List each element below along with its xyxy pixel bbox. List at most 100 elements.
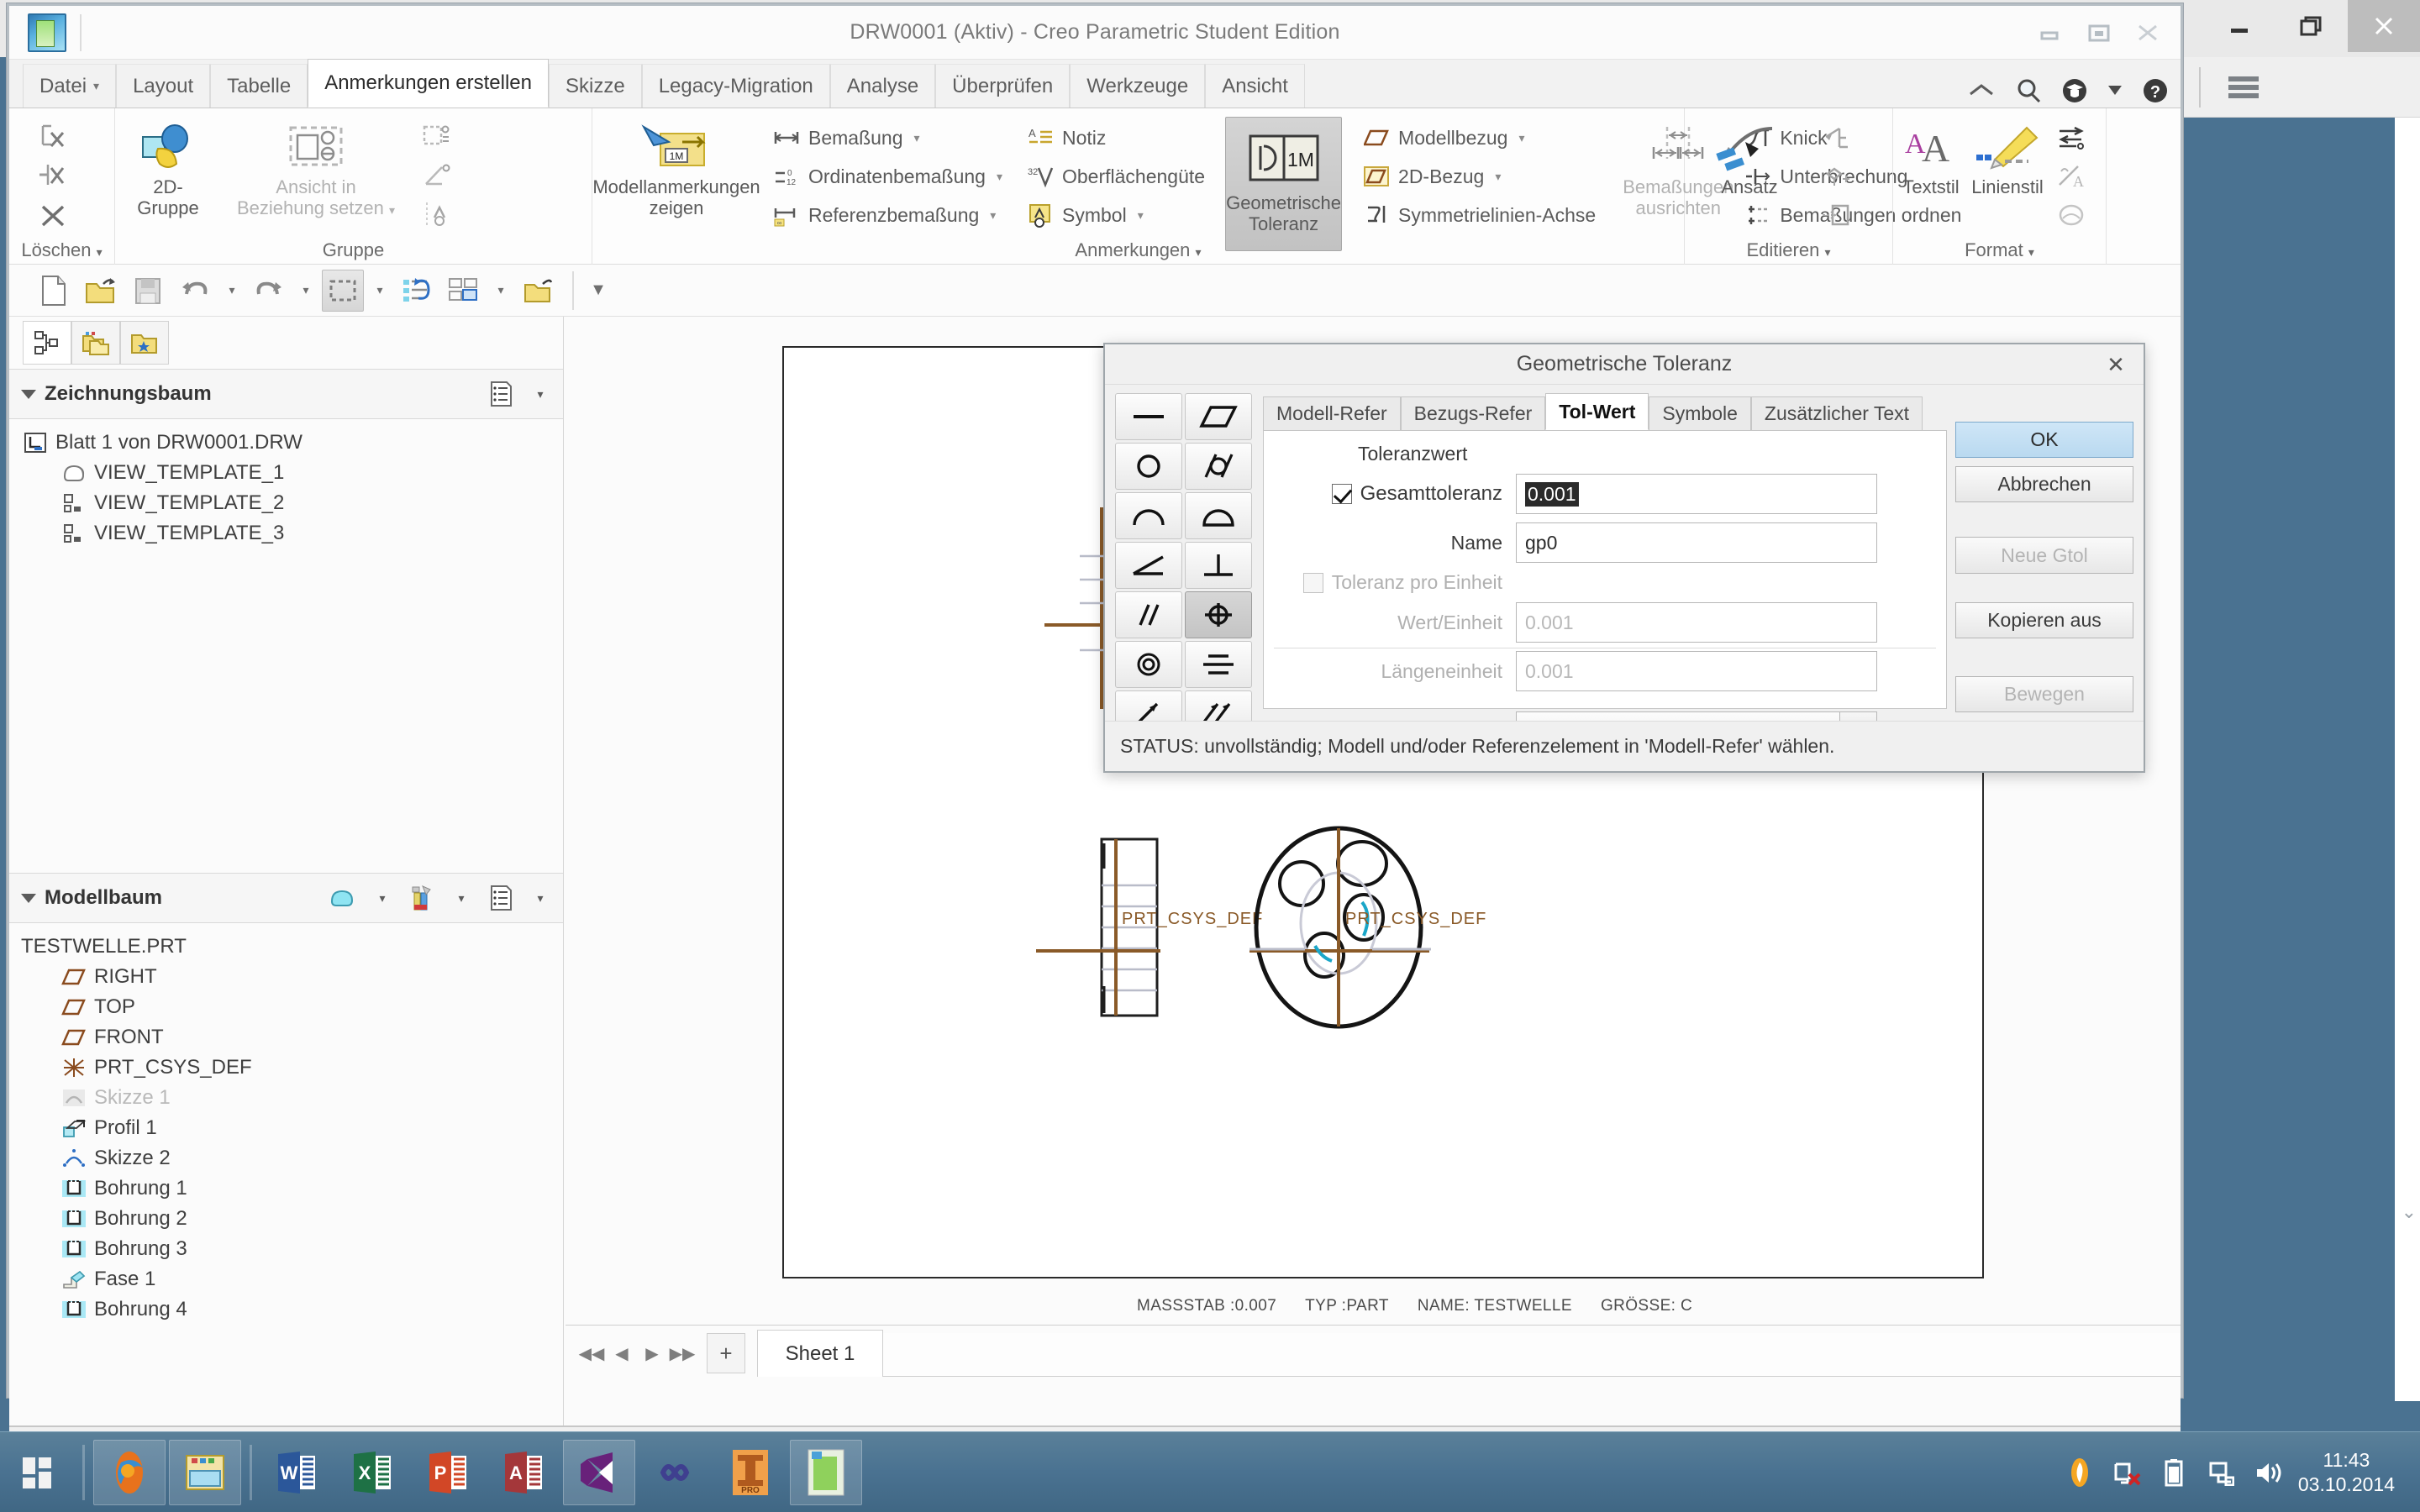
straightness-symbol[interactable] <box>1115 393 1182 440</box>
tab-werkzeuge[interactable]: Werkzeuge <box>1070 64 1205 108</box>
expand-collapse-icon[interactable] <box>21 894 36 903</box>
creo-minimize-button[interactable] <box>2026 9 2075 56</box>
overall-tolerance-input[interactable]: 0.001 <box>1516 474 1877 514</box>
tree-item-view-template-2[interactable]: VIEW_TEMPLATE_2 <box>9 488 563 518</box>
taskbar-clock[interactable]: 11:43 03.10.2014 <box>2298 1448 2407 1497</box>
pro-engineer-icon[interactable]: PRO <box>714 1440 786 1505</box>
perpendicularity-symbol[interactable] <box>1185 542 1252 589</box>
save-icon[interactable] <box>127 270 169 312</box>
tree-settings-icon[interactable] <box>481 878 521 918</box>
move-annotation-to-sheet-icon[interactable] <box>1812 196 1860 234</box>
team-foundation-icon[interactable] <box>639 1440 711 1505</box>
word-icon[interactable]: W <box>260 1440 333 1505</box>
toggle-leader-icon[interactable] <box>2048 118 2095 157</box>
two-d-datum-button[interactable]: 2D-Bezug ▾ <box>1355 157 1602 196</box>
dialog-close-button[interactable]: ✕ <box>2102 351 2130 378</box>
undo-chevron-icon[interactable]: ▾ <box>221 270 243 312</box>
cylindricity-symbol[interactable] <box>1185 443 1252 490</box>
tab-skizze[interactable]: Skizze <box>549 64 642 108</box>
firefox-icon[interactable] <box>93 1440 166 1505</box>
excel-icon[interactable]: X <box>336 1440 408 1505</box>
powerpoint-icon[interactable]: P <box>412 1440 484 1505</box>
sheet-tab-sheet1[interactable]: Sheet 1 <box>757 1330 883 1377</box>
tree-item-hole-3[interactable]: Bohrung 3 <box>9 1234 563 1264</box>
tree-item-front[interactable]: FRONT <box>9 1022 563 1053</box>
folder-browser-tab[interactable] <box>71 321 120 365</box>
tree-settings-chevron-icon[interactable]: ▾ <box>529 374 551 414</box>
tree-settings-chevron-icon[interactable]: ▾ <box>529 878 551 918</box>
open-icon[interactable] <box>80 270 122 312</box>
model-tree-body[interactable]: TESTWELLE.PRT RIGHT TOP <box>9 923 563 1325</box>
chevron-down-icon[interactable]: ▾ <box>914 131 920 145</box>
ordinate-dimension-button[interactable]: 012 Ordinatenbemaßung ▾ <box>765 157 1009 196</box>
network-error-icon[interactable] <box>2110 1456 2144 1489</box>
surface-annotation-icon[interactable] <box>413 196 460 234</box>
tree-item-profile-1[interactable]: Profil 1 <box>9 1113 563 1143</box>
customize-qat-icon[interactable]: ▼ <box>587 270 609 312</box>
prev-sheet-button[interactable]: ◀ <box>608 1334 636 1373</box>
dialog-tab-bezugs-refer[interactable]: Bezugs-Refer <box>1401 396 1546 430</box>
move-button[interactable]: Bewegen <box>1955 676 2133 712</box>
overall-tolerance-checkbox[interactable] <box>1332 484 1352 504</box>
outer-close-button[interactable] <box>2348 0 2420 52</box>
learning-center-icon[interactable] <box>2061 77 2088 104</box>
move-to-view-icon[interactable] <box>1812 118 1860 157</box>
filter-chevron-icon[interactable]: ▾ <box>450 878 472 918</box>
tab-anmerkungen-erstellen[interactable]: Anmerkungen erstellen <box>308 59 549 108</box>
copy-from-button[interactable]: Kopieren aus <box>1955 602 2133 638</box>
tab-datei[interactable]: Datei ▾ <box>23 64 116 108</box>
new-icon[interactable] <box>33 270 75 312</box>
redo-chevron-icon[interactable]: ▾ <box>295 270 317 312</box>
delete-icon[interactable] <box>29 196 76 234</box>
text-orientation-icon[interactable]: A <box>2048 157 2095 196</box>
flatness-symbol[interactable] <box>1185 393 1252 440</box>
start-icon[interactable] <box>0 1432 76 1512</box>
next-sheet-button[interactable]: ▶ <box>638 1334 666 1373</box>
collapse-ribbon-icon[interactable] <box>1967 81 1996 101</box>
tab-ueberpruefen[interactable]: Überprüfen <box>935 64 1070 108</box>
tree-item-chamfer-1[interactable]: Fase 1 <box>9 1264 563 1294</box>
chevron-down-icon[interactable]: ▾ <box>990 208 996 223</box>
two-d-group-button[interactable]: 2D- Gruppe <box>117 113 219 239</box>
page-scrollbar[interactable]: ⌄ <box>2395 118 2420 1401</box>
dimension-button[interactable]: Bemaßung ▾ <box>765 118 1009 157</box>
display-style-chevron-icon[interactable]: ▾ <box>371 878 393 918</box>
last-sheet-button[interactable]: ▶▶ <box>668 1334 697 1373</box>
tab-analyse[interactable]: Analyse <box>830 64 935 108</box>
tab-ansicht[interactable]: Ansicht <box>1205 64 1305 108</box>
help-icon[interactable]: ? <box>2142 77 2169 104</box>
first-sheet-button[interactable]: ◀◀ <box>577 1334 606 1373</box>
tree-settings-icon[interactable] <box>481 374 521 414</box>
drawing-tree-body[interactable]: Blatt 1 von DRW0001.DRW VIEW_TEMPLATE_1 … <box>9 419 563 873</box>
new-gtol-button[interactable]: Neue Gtol <box>1955 537 2133 573</box>
tab-tabelle[interactable]: Tabelle <box>210 64 308 108</box>
surface-finish-button[interactable]: 32 Oberflächengüte <box>1019 157 1212 196</box>
explorer-icon[interactable] <box>169 1440 241 1505</box>
show-model-annotations-button[interactable]: 1M Modellanmerkungen zeigen <box>594 113 759 239</box>
select-chevron-icon[interactable]: ▾ <box>369 270 391 312</box>
chevron-down-icon[interactable]: ▾ <box>2028 245 2034 259</box>
filter-settings-icon[interactable] <box>402 878 442 918</box>
symbol-button[interactable]: Symbol ▾ <box>1019 196 1212 234</box>
text-style-button[interactable]: A A Textstil <box>1895 113 1967 239</box>
geometric-tolerance-button[interactable]: 1M Geometrische Toleranz <box>1225 117 1342 251</box>
chevron-down-icon[interactable] <box>2108 86 2122 96</box>
dialog-tab-modell-refer[interactable]: Modell-Refer <box>1263 396 1401 430</box>
tree-item-view-template-1[interactable]: VIEW_TEMPLATE_1 <box>9 458 563 488</box>
network-icon[interactable] <box>2204 1456 2238 1489</box>
tree-item-right[interactable]: RIGHT <box>9 962 563 992</box>
tree-item-hole-1[interactable]: Bohrung 1 <box>9 1173 563 1204</box>
ok-button[interactable]: OK <box>1955 422 2133 458</box>
select-icon[interactable] <box>322 270 364 312</box>
tree-item-sheet[interactable]: Blatt 1 von DRW0001.DRW <box>9 428 563 458</box>
outer-minimize-button[interactable] <box>2203 0 2275 52</box>
attach-button[interactable]: Ansatz <box>1686 113 1812 239</box>
close-window-icon[interactable] <box>517 270 559 312</box>
tree-item-sketch-2[interactable]: Skizze 2 <box>9 1143 563 1173</box>
regenerate-icon[interactable] <box>396 270 438 312</box>
note-button[interactable]: A Notiz <box>1019 118 1212 157</box>
chevron-down-icon[interactable]: ▾ <box>997 170 1002 184</box>
angle-annotation-icon[interactable] <box>413 157 460 196</box>
favorites-tab[interactable] <box>120 321 169 365</box>
position-symbol[interactable] <box>1185 591 1252 638</box>
